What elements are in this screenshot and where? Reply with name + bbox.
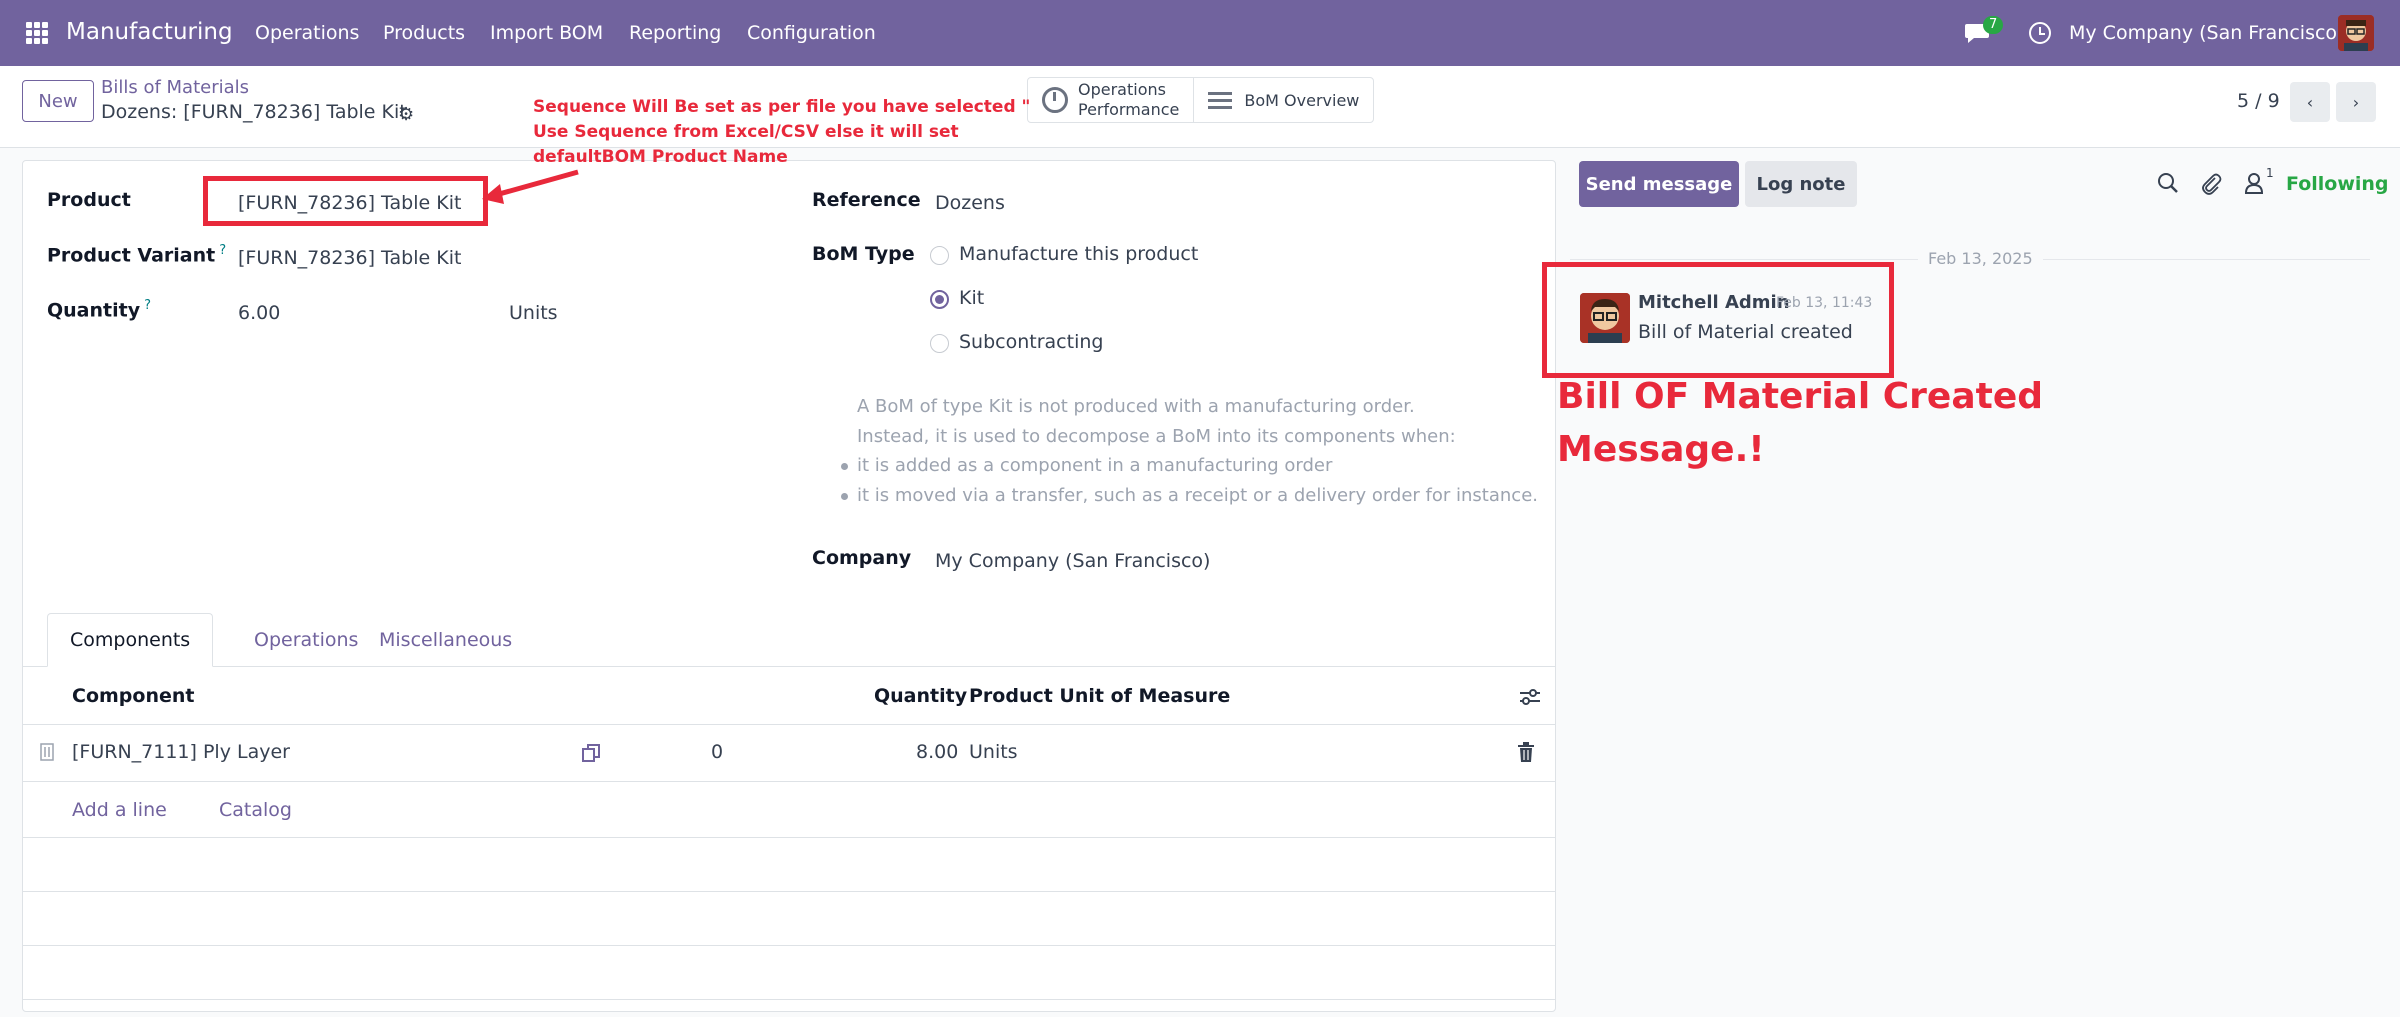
quantity-field[interactable]: 6.00 xyxy=(238,302,280,324)
product-variant-field[interactable]: [FURN_78236] Table Kit xyxy=(238,247,461,269)
bom-type-subcontracting-radio[interactable] xyxy=(930,334,949,353)
smart-buttons: Operations Performance BoM Overview xyxy=(1027,77,1375,123)
followers-icon[interactable] xyxy=(2244,172,2264,194)
kit-help-bullet-2: it is moved via a transfer, such as a re… xyxy=(857,485,1538,506)
trash-icon[interactable] xyxy=(1517,742,1535,763)
kit-help-line-2: Instead, it is used to decompose a BoM i… xyxy=(857,426,1456,447)
form-sheet: Product [FURN_78236] Table Kit Product V… xyxy=(22,160,1556,1012)
apps-grid-icon[interactable] xyxy=(26,22,48,44)
menu-import-bom[interactable]: Import BOM xyxy=(490,22,603,44)
chat-count-badge: 7 xyxy=(1983,16,2004,34)
clock-icon[interactable] xyxy=(2029,22,2051,44)
help-tooltip-icon[interactable]: ? xyxy=(144,298,151,313)
date-label: Feb 13, 2025 xyxy=(1918,249,2043,268)
kit-help-bullet-1: it is added as a component in a manufact… xyxy=(857,455,1333,476)
annotation-created-note: Bill OF Material Created Message.! xyxy=(1557,376,2043,470)
search-icon[interactable] xyxy=(2157,172,2179,194)
table-row-divider xyxy=(23,891,1555,892)
add-a-line-link[interactable]: Add a line xyxy=(72,799,167,821)
bom-overview-label: BoM Overview xyxy=(1244,90,1360,110)
bom-type-manufacture-radio[interactable] xyxy=(930,246,949,265)
column-header-quantity[interactable]: Quantity xyxy=(874,685,967,707)
breadcrumb-bills-of-materials[interactable]: Bills of Materials xyxy=(101,77,249,98)
product-label: Product xyxy=(47,189,131,211)
notebook-tabs: Components Operations Miscellaneous xyxy=(23,613,1555,667)
table-row-divider xyxy=(23,724,1555,725)
forecast-cell: 0 xyxy=(711,741,724,763)
pager-value[interactable]: 5 / 9 xyxy=(2237,90,2280,112)
table-row-divider xyxy=(23,837,1555,838)
bom-type-subcontracting-label[interactable]: Subcontracting xyxy=(959,331,1103,353)
optional-columns-icon[interactable] xyxy=(1518,686,1542,708)
reference-label: Reference xyxy=(812,189,921,211)
pager-previous-button[interactable]: ‹ xyxy=(2290,82,2330,122)
operations-performance-label-2: Performance xyxy=(1078,100,1180,119)
operations-performance-label-1: Operations xyxy=(1078,80,1166,99)
bom-type-kit-radio[interactable] xyxy=(930,290,949,309)
control-panel: New Bills of Materials Dozens: [FURN_782… xyxy=(0,66,2400,148)
menu-reporting[interactable]: Reporting xyxy=(629,22,721,44)
bullet-icon xyxy=(841,463,848,470)
bom-overview-icon xyxy=(1208,91,1233,109)
quantity-uom-field[interactable]: Units xyxy=(509,302,558,324)
log-note-button[interactable]: Log note xyxy=(1745,161,1857,207)
reference-field[interactable]: Dozens xyxy=(935,192,1005,214)
bom-overview-button[interactable]: BoM Overview xyxy=(1194,78,1373,122)
pager-next-button[interactable]: › xyxy=(2336,82,2376,122)
table-row-divider xyxy=(23,781,1555,782)
annotation-product-box xyxy=(203,176,488,226)
product-variant-label: Product Variant? xyxy=(47,243,227,267)
new-button[interactable]: New xyxy=(22,80,94,122)
drag-handle-icon[interactable] xyxy=(40,743,54,761)
quantity-label: Quantity? xyxy=(47,298,151,322)
bullet-icon xyxy=(841,493,848,500)
app-name[interactable]: Manufacturing xyxy=(66,19,233,45)
copy-icon[interactable] xyxy=(581,743,601,763)
table-row-divider xyxy=(23,999,1555,1000)
tab-components[interactable]: Components xyxy=(47,613,214,667)
table-row-divider xyxy=(23,945,1555,946)
company-switcher[interactable]: My Company (San Francisco) xyxy=(2069,22,2344,44)
company-field[interactable]: My Company (San Francisco) xyxy=(935,550,1210,572)
breadcrumb-current-record: Dozens: [FURN_78236] Table Kit xyxy=(101,101,407,123)
company-label: Company xyxy=(812,547,912,569)
user-avatar[interactable] xyxy=(2338,15,2374,51)
column-header-uom[interactable]: Product Unit of Measure xyxy=(969,685,1230,707)
menu-products[interactable]: Products xyxy=(383,22,465,44)
followers-count: 1 xyxy=(2266,166,2274,180)
paperclip-icon[interactable] xyxy=(2200,172,2222,196)
help-tooltip-icon[interactable]: ? xyxy=(219,243,226,258)
menu-operations[interactable]: Operations xyxy=(255,22,359,44)
bom-type-kit-label[interactable]: Kit xyxy=(959,287,984,309)
annotation-sequence-note: Sequence Will Be set as per file you hav… xyxy=(533,97,1031,167)
kit-help-line-1: A BoM of type Kit is not produced with a… xyxy=(857,396,1415,417)
component-cell[interactable]: [FURN_7111] Ply Layer xyxy=(72,741,290,763)
top-navbar: Manufacturing Operations Products Import… xyxy=(0,0,2400,66)
quantity-cell[interactable]: 8.00 xyxy=(916,741,958,763)
menu-configuration[interactable]: Configuration xyxy=(747,22,876,44)
following-button[interactable]: Following xyxy=(2286,173,2389,195)
catalog-link[interactable]: Catalog xyxy=(219,799,292,821)
bom-type-label: BoM Type xyxy=(812,243,915,265)
send-message-button[interactable]: Send message xyxy=(1579,161,1739,207)
column-header-component[interactable]: Component xyxy=(72,685,194,707)
gear-icon[interactable]: ⚙ xyxy=(398,104,414,125)
uom-cell[interactable]: Units xyxy=(969,741,1018,763)
annotation-message-box xyxy=(1542,262,1894,378)
tab-miscellaneous[interactable]: Miscellaneous xyxy=(357,613,534,667)
bom-type-manufacture-label[interactable]: Manufacture this product xyxy=(959,243,1198,265)
